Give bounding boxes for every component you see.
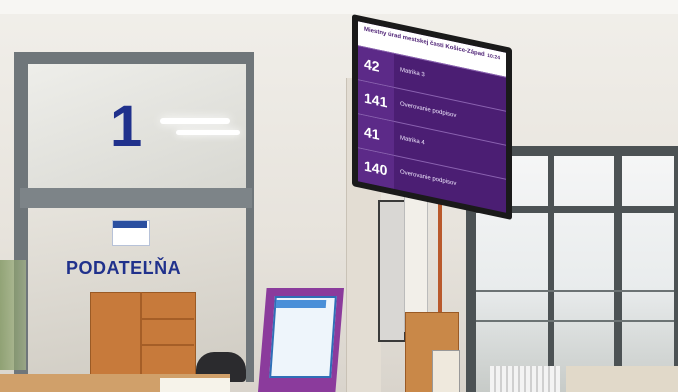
queue-desk: Matrika 4	[400, 135, 425, 147]
cabinet-shelf	[142, 318, 194, 320]
queue-desk: Overovanie podpisov	[400, 169, 457, 188]
window-mullion	[548, 150, 554, 392]
queue-desk: Overovanie podpisov	[400, 101, 457, 120]
window-number: 1	[110, 94, 143, 159]
radiator	[490, 366, 560, 392]
tv-screen: Miestny úrad mestskej časti Košice-Západ…	[358, 21, 506, 213]
tv-bezel: Miestny úrad mestskej časti Košice-Západ…	[352, 14, 512, 221]
kiosk-screen-header	[275, 300, 327, 308]
brochure-rack	[432, 350, 460, 392]
display-time: 10:24	[487, 52, 500, 62]
office-sign-logo	[113, 221, 147, 228]
ceiling-light	[176, 130, 240, 135]
balcony-rail	[476, 290, 674, 292]
window-transom	[20, 188, 252, 208]
queue-display: Miestny úrad mestskej časti Košice-Západ…	[352, 14, 512, 221]
balcony-rail	[476, 320, 674, 322]
queue-number: 41	[364, 123, 380, 143]
cabinet-shelf	[142, 344, 194, 346]
plant	[0, 260, 26, 370]
window-mullion	[614, 150, 622, 392]
queue-desk: Matrika 3	[400, 67, 425, 79]
papers	[160, 378, 230, 392]
desk	[566, 366, 678, 392]
cabinet-divider	[140, 292, 142, 376]
wooden-cabinet	[90, 292, 196, 378]
office-scene: 1 PODATEĽŇA Miestny úrad mestskej časti …	[0, 0, 678, 392]
ceiling	[0, 0, 678, 14]
kiosk-touchscreen[interactable]	[269, 296, 337, 378]
queue-number: 42	[364, 55, 380, 75]
framed-poster	[378, 200, 406, 342]
door	[404, 180, 428, 332]
window-sign-text: PODATEĽŇA	[66, 258, 182, 278]
ceiling-light	[160, 118, 230, 124]
